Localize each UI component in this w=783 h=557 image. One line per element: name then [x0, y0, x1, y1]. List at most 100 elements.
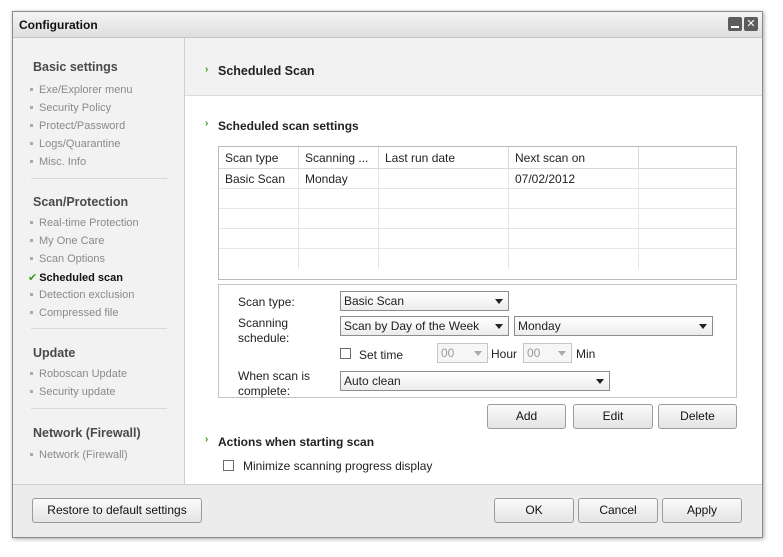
table-cell[interactable]: 07/02/2012: [509, 169, 639, 189]
scheduled-scan-table[interactable]: Scan type Scanning ... Last run date Nex…: [218, 146, 737, 280]
sidebar-heading-scan-protection: Scan/Protection: [33, 195, 129, 209]
minimize-icon: [731, 26, 739, 28]
hour-label: Hour: [491, 347, 518, 361]
table-cell: [509, 189, 639, 209]
main-content: › Scheduled Scan › Scheduled scan settin…: [185, 38, 762, 484]
bullet-icon: [30, 292, 33, 296]
sidebar-item-detection-exclusion[interactable]: Detection exclusion: [30, 289, 134, 301]
ok-button[interactable]: OK: [494, 498, 574, 523]
sidebar-item-scheduled-scan[interactable]: ✔ Scheduled scan: [28, 271, 123, 284]
table-cell[interactable]: Basic Scan: [219, 169, 299, 189]
page-title: Scheduled Scan: [218, 64, 315, 78]
sidebar-heading-network-firewall: Network (Firewall): [33, 426, 141, 440]
sidebar-item-misc-info[interactable]: Misc. Info: [30, 156, 86, 168]
sidebar-item-scan-options[interactable]: Scan Options: [30, 253, 105, 265]
edit-button[interactable]: Edit: [573, 404, 653, 429]
minimize-progress-checkbox[interactable]: [223, 460, 234, 471]
bullet-icon: [30, 371, 33, 375]
column-header-scan-type[interactable]: Scan type: [219, 147, 299, 169]
dropdown-arrow-icon: [474, 351, 482, 356]
dropdown-arrow-icon: [596, 379, 604, 384]
table-cell: [379, 229, 509, 249]
dropdown-arrow-icon: [558, 351, 566, 356]
bullet-icon: [30, 256, 33, 260]
scan-type-select[interactable]: Basic Scan: [340, 291, 509, 311]
sidebar-heading-update: Update: [33, 346, 76, 360]
cancel-button[interactable]: Cancel: [578, 498, 658, 523]
table-cell: [379, 209, 509, 229]
table-cell: [639, 249, 736, 269]
when-complete-select[interactable]: Auto clean: [340, 371, 610, 391]
day-select[interactable]: Monday: [514, 316, 713, 336]
column-header-last-run-date[interactable]: Last run date: [379, 147, 509, 169]
table-cell: [219, 189, 299, 209]
sidebar-item-real-time-protection[interactable]: Real-time Protection: [30, 217, 139, 229]
table-cell: [509, 229, 639, 249]
column-header-empty: [639, 147, 736, 169]
table-cell: [299, 229, 379, 249]
table-cell: [379, 249, 509, 269]
dropdown-arrow-icon: [495, 324, 503, 329]
table-cell: [639, 229, 736, 249]
scanning-schedule-label-2: schedule:: [238, 331, 290, 345]
sidebar-heading-basic-settings: Basic settings: [33, 60, 118, 74]
min-label: Min: [576, 347, 596, 361]
bullet-icon: [30, 159, 33, 163]
title-bar[interactable]: Configuration ✕: [13, 12, 762, 38]
sidebar-item-my-one-care[interactable]: My One Care: [30, 235, 104, 247]
sidebar-divider: [31, 178, 167, 179]
sidebar-divider: [31, 328, 167, 329]
dropdown-arrow-icon: [495, 299, 503, 304]
restore-defaults-button[interactable]: Restore to default settings: [32, 498, 202, 523]
column-header-next-scan-on[interactable]: Next scan on: [509, 147, 639, 169]
apply-button[interactable]: Apply: [662, 498, 742, 523]
bullet-icon: [30, 123, 33, 127]
window-title: Configuration: [19, 18, 98, 32]
sidebar-item-security-update[interactable]: Security update: [30, 386, 115, 398]
sidebar-item-compressed-file[interactable]: Compressed file: [30, 307, 118, 319]
footer-bar: Restore to default settings OK Cancel Ap…: [13, 484, 762, 537]
schedule-form: Scan type: Basic Scan Scanning schedule:…: [218, 284, 737, 398]
min-select[interactable]: 00: [523, 343, 572, 363]
sidebar-item-security-policy[interactable]: Security Policy: [30, 102, 111, 114]
bullet-icon: [30, 105, 33, 109]
bullet-icon: [30, 141, 33, 145]
sidebar-item-network-firewall[interactable]: Network (Firewall): [30, 449, 128, 461]
table-cell: [509, 249, 639, 269]
bullet-icon: [30, 310, 33, 314]
set-time-checkbox[interactable]: [340, 348, 351, 359]
schedule-select[interactable]: Scan by Day of the Week: [340, 316, 509, 336]
bullet-icon: [30, 389, 33, 393]
scan-type-label: Scan type:: [238, 295, 295, 309]
actions-when-starting-heading: Actions when starting scan: [218, 435, 375, 449]
scheduled-scan-settings-heading: Scheduled scan settings: [218, 119, 359, 133]
chevron-right-icon: ›: [205, 434, 209, 445]
bullet-icon: [30, 220, 33, 224]
bullet-icon: [30, 452, 33, 456]
table-cell[interactable]: Monday: [299, 169, 379, 189]
minimize-button[interactable]: [728, 17, 742, 31]
table-cell: [299, 209, 379, 229]
sidebar-item-roboscan-update[interactable]: Roboscan Update: [30, 368, 127, 380]
dropdown-arrow-icon: [699, 324, 707, 329]
hour-select[interactable]: 00: [437, 343, 488, 363]
when-complete-label: When scan is: [238, 369, 311, 383]
sidebar: Basic settings Exe/Explorer menu Securit…: [13, 38, 185, 484]
column-header-scanning[interactable]: Scanning ...: [299, 147, 379, 169]
table-cell: [379, 189, 509, 209]
close-icon: ✕: [746, 18, 756, 30]
table-cell: [639, 209, 736, 229]
page-header: › Scheduled Scan: [185, 38, 762, 96]
table-cell: [299, 189, 379, 209]
table-cell: [219, 209, 299, 229]
delete-button[interactable]: Delete: [658, 404, 737, 429]
sidebar-item-protect-password[interactable]: Protect/Password: [30, 120, 125, 132]
table-cell: [219, 229, 299, 249]
check-icon: ✔: [28, 272, 38, 284]
sidebar-item-logs-quarantine[interactable]: Logs/Quarantine: [30, 138, 120, 150]
close-button[interactable]: ✕: [744, 17, 758, 31]
add-button[interactable]: Add: [487, 404, 566, 429]
sidebar-item-exe-explorer-menu[interactable]: Exe/Explorer menu: [30, 84, 133, 96]
table-cell[interactable]: [379, 169, 509, 189]
bullet-icon: [30, 238, 33, 242]
